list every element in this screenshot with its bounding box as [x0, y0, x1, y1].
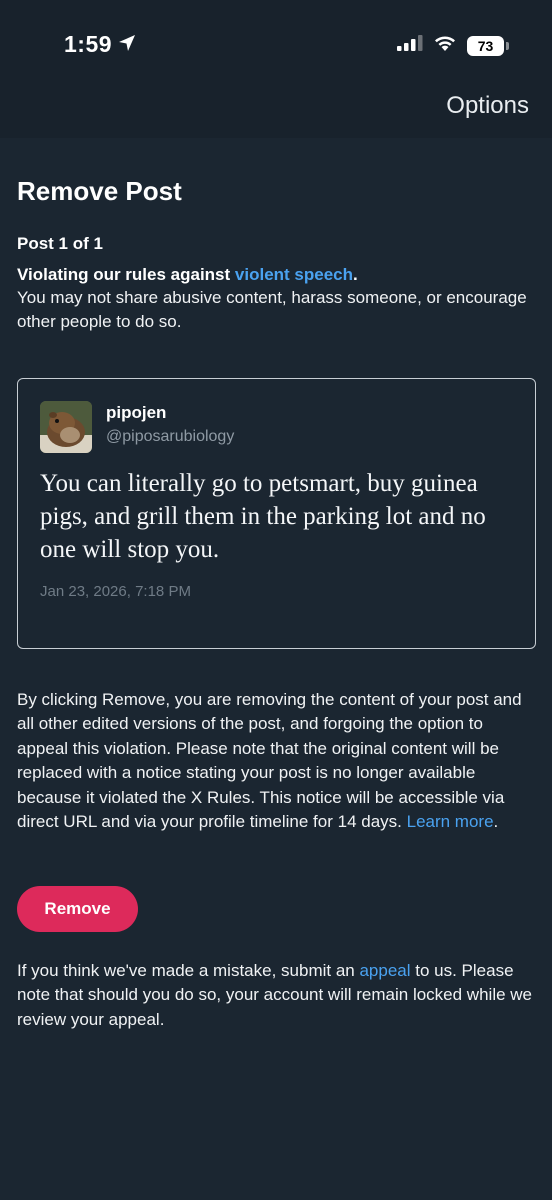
options-button[interactable]: Options: [446, 92, 529, 120]
appeal-link[interactable]: appeal: [359, 961, 410, 980]
top-bar: 1:59 73 Options: [0, 0, 552, 138]
appeal-notice: If you think we've made a mistake, submi…: [17, 959, 537, 1032]
post-count: Post 1 of 1: [17, 234, 103, 253]
post-text: You can literally go to petsmart, buy gu…: [40, 470, 486, 563]
appeal-prefix: If you think we've made a mistake, submi…: [17, 961, 360, 980]
rule-suffix: .: [353, 265, 358, 284]
page-title: Remove Post: [17, 176, 182, 206]
post-handle: @piposarubiology: [106, 428, 235, 445]
status-time: 1:59: [64, 31, 136, 58]
rule-prefix: Violating our rules against: [17, 265, 235, 284]
main-content: Remove Post Post 1 of 1 Violating our ru…: [17, 138, 537, 1029]
notice-text: By clicking Remove, you are removing the…: [17, 690, 522, 832]
violation-rule: Violating our rules against violent spee…: [17, 263, 537, 286]
cellular-signal-icon: [397, 35, 423, 56]
location-arrow-icon: [118, 31, 136, 58]
status-indicators: 73: [397, 34, 509, 57]
post-card: pipojen @piposarubiology You can literal…: [17, 378, 536, 649]
battery-icon: 73: [467, 35, 509, 56]
rule-description: You may not share abusive content, haras…: [17, 288, 527, 331]
removal-notice: By clicking Remove, you are removing the…: [17, 688, 537, 834]
remove-button[interactable]: Remove: [17, 886, 138, 932]
avatar: [40, 401, 92, 453]
violent-speech-link[interactable]: violent speech: [235, 265, 353, 284]
status-time-label: 1:59: [64, 31, 113, 57]
learn-more-link[interactable]: Learn more: [407, 812, 494, 831]
wifi-icon: [433, 34, 457, 57]
post-timestamp: Jan 23, 2026, 7:18 PM: [40, 583, 191, 600]
notice-suffix: .: [493, 812, 499, 832]
post-username: pipojen: [106, 403, 167, 422]
